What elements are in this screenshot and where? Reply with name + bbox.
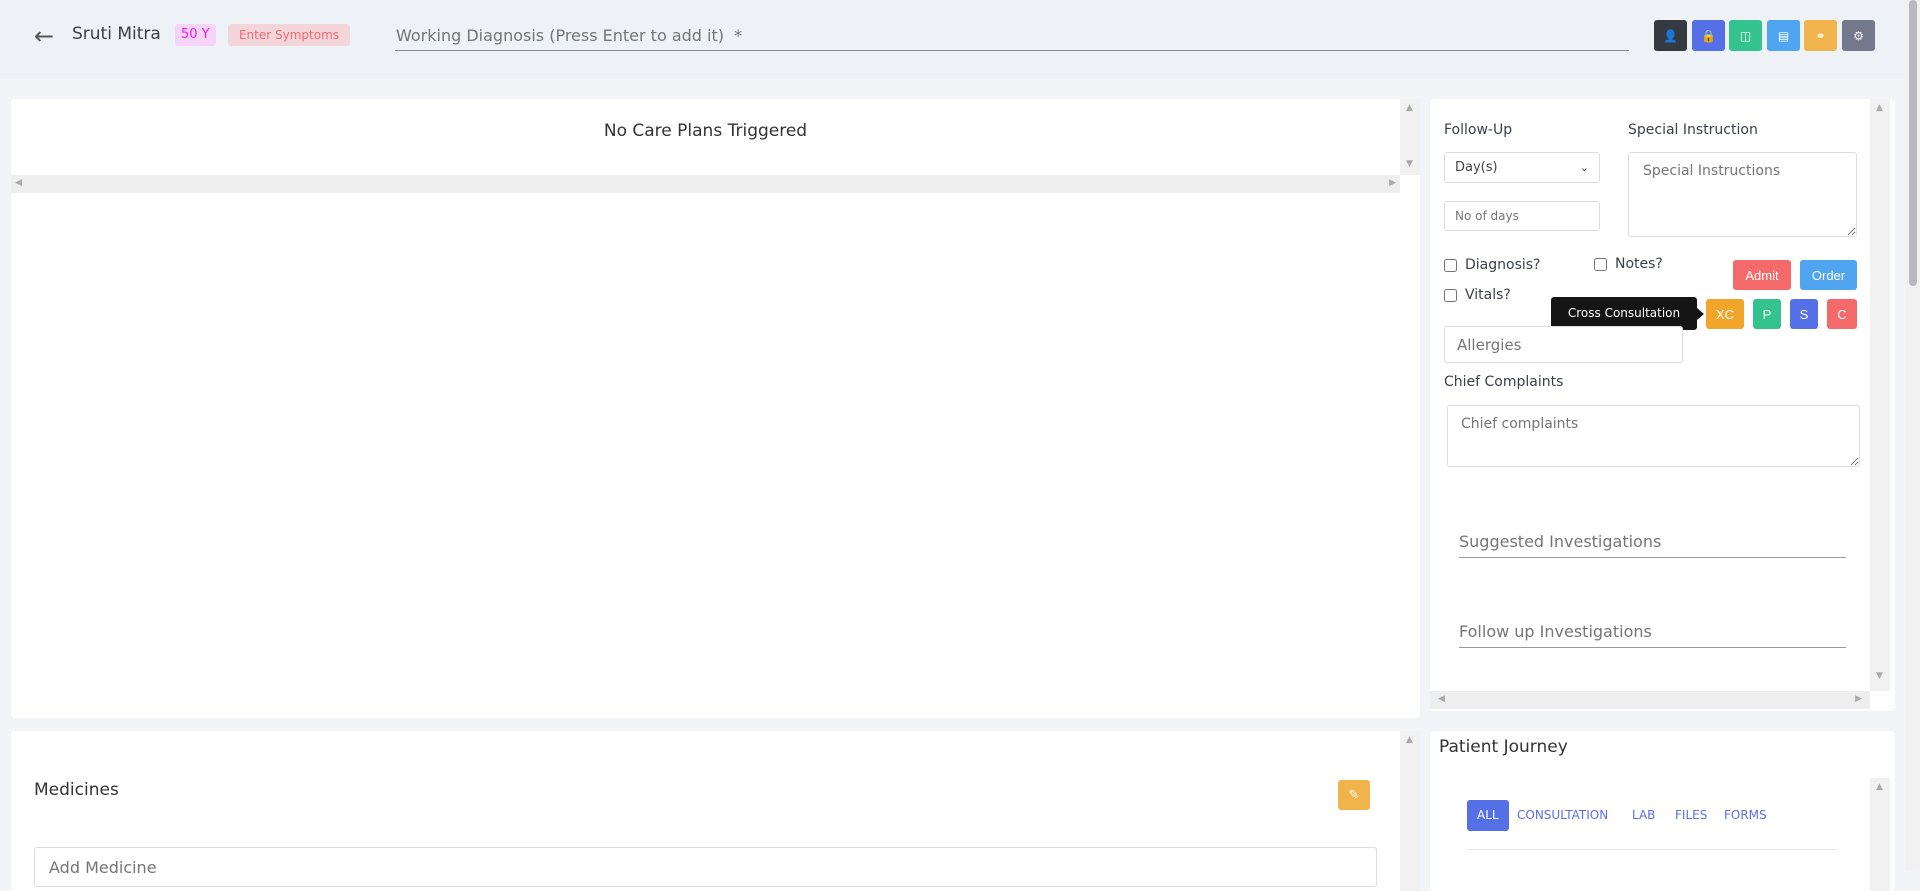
user-voice-button[interactable]: 👤 <box>1654 20 1687 51</box>
pencil-icon: ✎ <box>1348 787 1360 803</box>
special-instructions-textarea[interactable] <box>1628 152 1857 237</box>
xc-button[interactable]: XC <box>1706 299 1744 329</box>
lock-icon: 🔒 <box>1701 28 1716 43</box>
notes-text: Notes? <box>1615 256 1663 272</box>
special-instruction-label: Special Instruction <box>1628 122 1758 138</box>
medicines-title: Medicines <box>34 780 119 800</box>
journey-vscroll[interactable]: ▲ <box>1870 778 1890 891</box>
no-of-days-input[interactable] <box>1444 201 1600 231</box>
s-button[interactable]: S <box>1790 299 1818 329</box>
chevron-down-icon: ⌄ <box>1579 161 1589 174</box>
chief-complaints-label: Chief Complaints <box>1444 374 1564 390</box>
vitals-checkbox-label[interactable]: Vitals? <box>1444 287 1511 303</box>
followup-hscroll[interactable]: ◀ ▶ <box>1430 691 1870 709</box>
document-icon: ▤ <box>1777 28 1790 43</box>
care-plans-title: No Care Plans Triggered <box>603 121 808 141</box>
gear-icon: ⚙ <box>1853 28 1864 43</box>
c-button[interactable]: C <box>1827 299 1857 329</box>
document-button[interactable]: ▤ <box>1767 20 1800 51</box>
notes-checkbox-label[interactable]: Notes? <box>1594 256 1663 272</box>
working-diagnosis-input[interactable] <box>395 20 1629 51</box>
chief-complaints-textarea[interactable] <box>1447 405 1860 467</box>
vitals-checkbox[interactable] <box>1444 288 1457 302</box>
suggested-investigations-input[interactable] <box>1459 526 1846 558</box>
admit-button[interactable]: Admit <box>1733 260 1791 290</box>
care-plans-vscroll[interactable]: ▲ ▼ <box>1400 99 1420 175</box>
care-plans-hscroll[interactable]: ◀ ▶ <box>11 175 1400 193</box>
add-medicine-input[interactable] <box>34 847 1377 887</box>
settings-button[interactable]: ⚙ <box>1842 20 1875 51</box>
header: ← Sruti Mitra 50 Y Enter Symptoms 👤 🔒 ◫ … <box>0 0 1905 79</box>
select-value: Day(s) <box>1455 160 1498 175</box>
followup-investigations-input[interactable] <box>1459 616 1846 648</box>
followup-vscroll[interactable]: ▲ ▼ <box>1870 99 1890 691</box>
layout-icon: ◫ <box>1739 28 1752 43</box>
followup-unit-select[interactable]: Day(s) ⌄ <box>1444 152 1600 183</box>
diagnosis-checkbox-label[interactable]: Diagnosis? <box>1444 257 1540 273</box>
tab-files[interactable]: FILES <box>1665 800 1717 831</box>
diagnosis-text: Diagnosis? <box>1465 257 1541 273</box>
enter-symptoms-badge[interactable]: Enter Symptoms <box>228 24 350 46</box>
notes-checkbox[interactable] <box>1594 257 1607 271</box>
user-voice-icon: 👤 <box>1663 28 1678 43</box>
medicines-panel: Medicines ✎ ▲ <box>11 731 1420 891</box>
p-button[interactable]: P <box>1753 299 1781 329</box>
lock-button[interactable]: 🔒 <box>1692 20 1725 51</box>
followup-label: Follow-Up <box>1444 122 1513 138</box>
patient-name: Sruti Mitra <box>72 24 161 44</box>
tab-consultation[interactable]: CONSULTATION <box>1507 800 1618 831</box>
patient-journey-title: Patient Journey <box>1439 737 1568 757</box>
arrow-left-icon[interactable]: ← <box>34 22 54 50</box>
bandage-icon: ⚭ <box>1815 28 1826 43</box>
tab-all[interactable]: ALL <box>1467 800 1509 831</box>
age-badge: 50 Y <box>175 24 216 46</box>
tab-lab[interactable]: LAB <box>1622 800 1665 831</box>
allergies-input[interactable] <box>1444 326 1683 363</box>
tab-forms[interactable]: FORMS <box>1714 800 1777 831</box>
page-scrollbar[interactable] <box>1905 0 1920 870</box>
medicines-vscroll[interactable]: ▲ <box>1400 731 1420 891</box>
diagnosis-checkbox[interactable] <box>1444 258 1457 272</box>
edit-medicines-button[interactable]: ✎ <box>1338 780 1370 810</box>
tabs-divider <box>1467 849 1837 850</box>
bandage-button[interactable]: ⚭ <box>1804 20 1837 51</box>
care-plans-panel: No Care Plans Triggered ▲ ▼ ◀ ▶ <box>11 99 1420 718</box>
order-button[interactable]: Order <box>1800 260 1857 290</box>
layout-button[interactable]: ◫ <box>1729 20 1762 51</box>
vitals-text: Vitals? <box>1465 287 1511 303</box>
scrollbar-thumb[interactable] <box>1909 0 1917 286</box>
